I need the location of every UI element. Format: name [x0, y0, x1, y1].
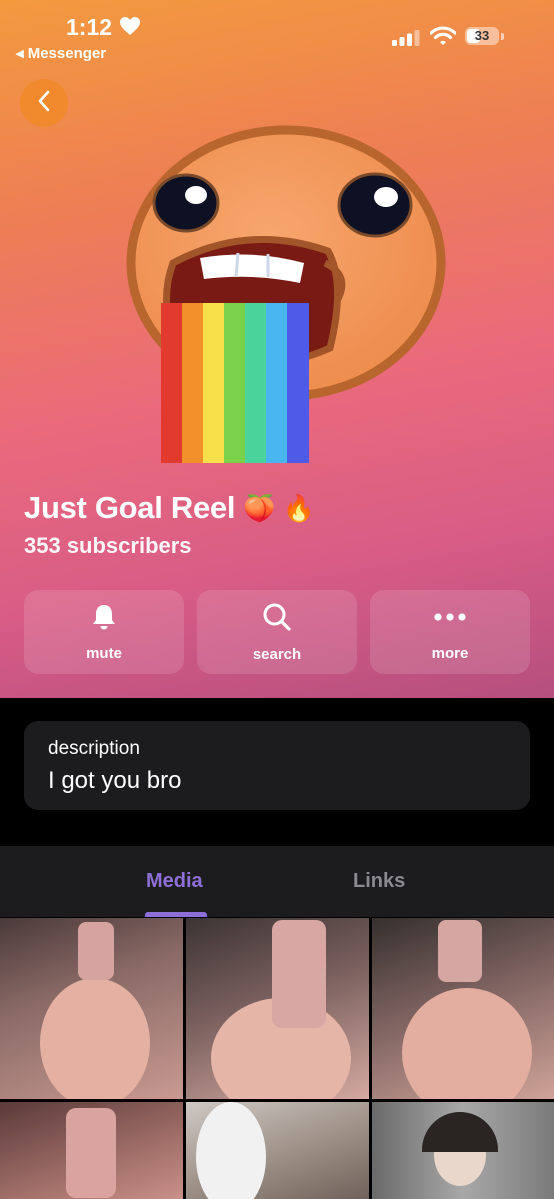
more-label: more — [431, 645, 469, 662]
channel-emoji: 🍑 🔥 — [243, 492, 316, 523]
battery-icon: 33 — [465, 27, 505, 47]
description-label: description — [48, 738, 140, 759]
heart-icon — [119, 16, 141, 41]
more-icon — [433, 602, 467, 637]
channel-name: Just Goal Reel — [24, 490, 236, 525]
signal-icon — [392, 30, 420, 51]
chevron-left-icon — [36, 89, 52, 118]
channel-avatar[interactable] — [118, 123, 448, 473]
media-thumbnail[interactable] — [372, 1102, 554, 1199]
channel-title-row: Just Goal Reel 🍑 🔥 — [24, 490, 315, 526]
mute-label: mute — [86, 645, 122, 662]
search-button[interactable]: search — [197, 590, 357, 674]
back-app-label: Messenger — [27, 45, 107, 62]
action-bar: mute search more — [24, 590, 530, 674]
media-thumbnail[interactable] — [372, 918, 554, 1099]
channel-header: 1:12 ◂ Messenger 33 Just Goal Reel 🍑 🔥 3… — [0, 0, 554, 698]
bell-icon — [89, 602, 119, 637]
search-label: search — [252, 646, 302, 663]
wifi-icon — [429, 26, 457, 51]
subscriber-count: 353 subscribers — [24, 533, 192, 558]
description-card: description I got you bro — [24, 721, 530, 810]
status-bar: 1:12 ◂ Messenger 33 — [0, 0, 554, 70]
media-tabs: Media Links — [0, 846, 554, 917]
mute-button[interactable]: mute — [24, 590, 184, 674]
description-text: I got you bro — [48, 767, 182, 794]
media-grid — [0, 918, 554, 1199]
media-thumbnail[interactable] — [0, 918, 183, 1099]
back-button[interactable] — [20, 79, 68, 127]
battery-level: 33 — [474, 28, 490, 43]
back-to-app-link[interactable]: ◂ Messenger — [16, 44, 106, 62]
search-icon — [261, 601, 293, 638]
tab-media[interactable]: Media — [146, 870, 203, 893]
active-tab-indicator — [145, 912, 207, 917]
media-thumbnail[interactable] — [0, 1102, 183, 1199]
media-thumbnail[interactable] — [186, 918, 369, 1099]
more-button[interactable]: more — [370, 590, 530, 674]
media-thumbnail[interactable] — [186, 1102, 369, 1199]
status-time: 1:12 — [66, 14, 113, 40]
tab-links[interactable]: Links — [353, 870, 405, 893]
